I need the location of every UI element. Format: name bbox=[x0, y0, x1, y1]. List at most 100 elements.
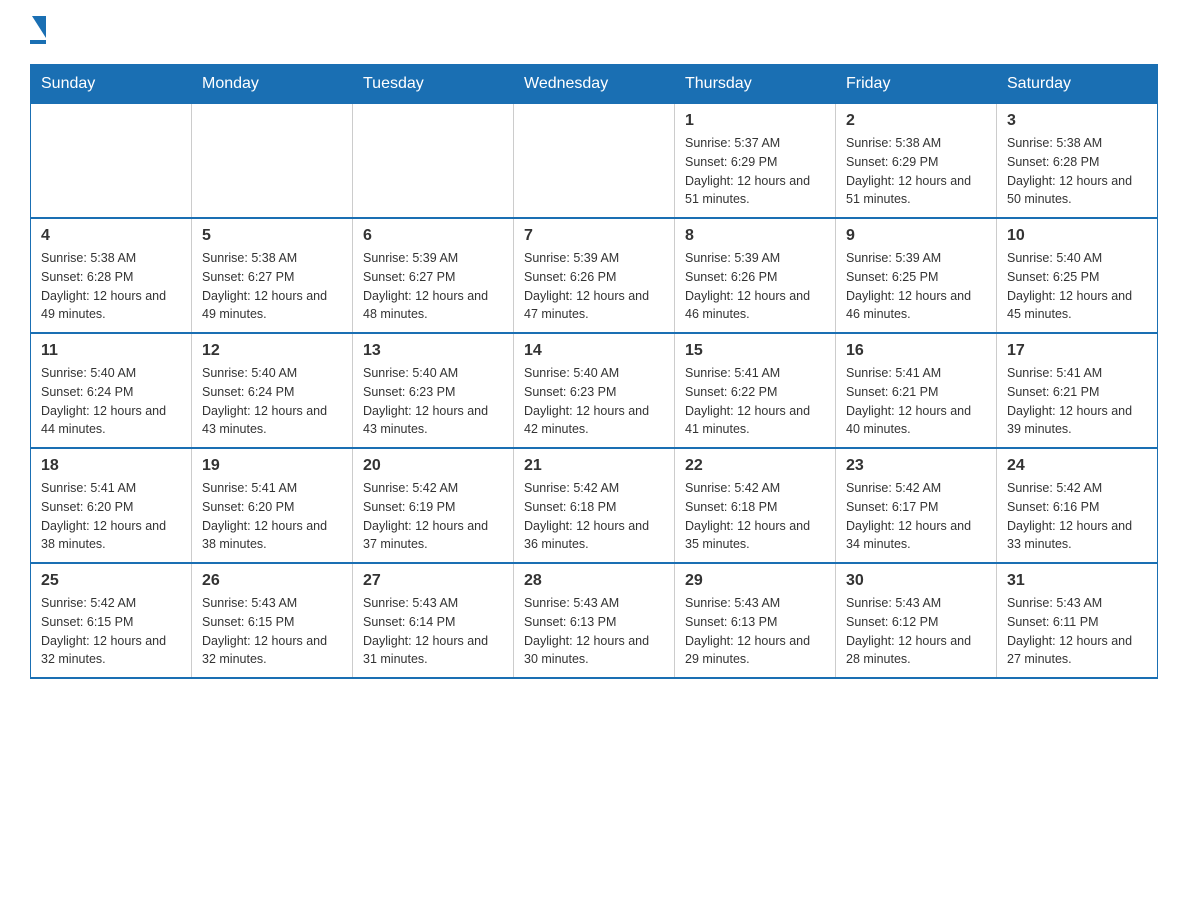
calendar-cell: 20 Sunrise: 5:42 AMSunset: 6:19 PMDayligh… bbox=[353, 448, 514, 563]
day-number: 9 bbox=[846, 227, 986, 245]
calendar-cell: 4 Sunrise: 5:38 AMSunset: 6:28 PMDaylight… bbox=[31, 218, 192, 333]
calendar-cell: 15 Sunrise: 5:41 AMSunset: 6:22 PMDayligh… bbox=[675, 333, 836, 448]
calendar-week-row: 11 Sunrise: 5:40 AMSunset: 6:24 PMDayligh… bbox=[31, 333, 1158, 448]
day-number: 23 bbox=[846, 457, 986, 475]
day-info: Sunrise: 5:41 AMSunset: 6:20 PMDaylight:… bbox=[202, 479, 342, 554]
calendar-cell bbox=[192, 104, 353, 219]
calendar-body: 1Sunrise: 5:37 AMSunset: 6:29 PMDaylight… bbox=[31, 104, 1158, 679]
day-number: 24 bbox=[1007, 457, 1147, 475]
day-number: 6 bbox=[363, 227, 503, 245]
day-info: Sunrise: 5:40 AMSunset: 6:23 PMDaylight:… bbox=[363, 364, 503, 439]
day-info: Sunrise: 5:42 AMSunset: 6:16 PMDaylight:… bbox=[1007, 479, 1147, 554]
day-info: Sunrise: 5:41 AMSunset: 6:20 PMDaylight:… bbox=[41, 479, 181, 554]
day-info: Sunrise: 5:42 AMSunset: 6:19 PMDaylight:… bbox=[363, 479, 503, 554]
calendar-week-row: 18 Sunrise: 5:41 AMSunset: 6:20 PMDayligh… bbox=[31, 448, 1158, 563]
calendar-week-row: 4 Sunrise: 5:38 AMSunset: 6:28 PMDaylight… bbox=[31, 218, 1158, 333]
day-number: 28 bbox=[524, 572, 664, 590]
calendar-cell: 10 Sunrise: 5:40 AMSunset: 6:25 PMDayligh… bbox=[997, 218, 1158, 333]
calendar-cell: 9 Sunrise: 5:39 AMSunset: 6:25 PMDaylight… bbox=[836, 218, 997, 333]
day-info: Sunrise: 5:38 AMSunset: 6:28 PMDaylight:… bbox=[1007, 134, 1147, 209]
calendar-header: SundayMondayTuesdayWednesdayThursdayFrid… bbox=[31, 65, 1158, 104]
calendar-cell: 28 Sunrise: 5:43 AMSunset: 6:13 PMDayligh… bbox=[514, 563, 675, 678]
day-info: Sunrise: 5:39 AMSunset: 6:26 PMDaylight:… bbox=[524, 249, 664, 324]
day-info: Sunrise: 5:43 AMSunset: 6:13 PMDaylight:… bbox=[524, 594, 664, 669]
day-number: 18 bbox=[41, 457, 181, 475]
day-info: Sunrise: 5:39 AMSunset: 6:26 PMDaylight:… bbox=[685, 249, 825, 324]
day-info: Sunrise: 5:42 AMSunset: 6:18 PMDaylight:… bbox=[524, 479, 664, 554]
day-number: 1 bbox=[685, 112, 825, 130]
weekday-header-sunday: Sunday bbox=[31, 65, 192, 104]
logo bbox=[30, 20, 46, 44]
day-info: Sunrise: 5:43 AMSunset: 6:11 PMDaylight:… bbox=[1007, 594, 1147, 669]
calendar-cell: 29 Sunrise: 5:43 AMSunset: 6:13 PMDayligh… bbox=[675, 563, 836, 678]
day-number: 31 bbox=[1007, 572, 1147, 590]
page-header bbox=[30, 20, 1158, 44]
calendar-cell: 14 Sunrise: 5:40 AMSunset: 6:23 PMDayligh… bbox=[514, 333, 675, 448]
day-number: 13 bbox=[363, 342, 503, 360]
calendar-cell: 3 Sunrise: 5:38 AMSunset: 6:28 PMDaylight… bbox=[997, 104, 1158, 219]
day-info: Sunrise: 5:39 AMSunset: 6:27 PMDaylight:… bbox=[363, 249, 503, 324]
calendar-cell: 18 Sunrise: 5:41 AMSunset: 6:20 PMDayligh… bbox=[31, 448, 192, 563]
day-number: 5 bbox=[202, 227, 342, 245]
calendar-cell bbox=[514, 104, 675, 219]
logo-triangle-icon bbox=[32, 16, 46, 38]
day-number: 27 bbox=[363, 572, 503, 590]
day-number: 21 bbox=[524, 457, 664, 475]
calendar-cell: 22Sunrise: 5:42 AMSunset: 6:18 PMDayligh… bbox=[675, 448, 836, 563]
calendar-week-row: 1Sunrise: 5:37 AMSunset: 6:29 PMDaylight… bbox=[31, 104, 1158, 219]
day-info: Sunrise: 5:40 AMSunset: 6:25 PMDaylight:… bbox=[1007, 249, 1147, 324]
day-info: Sunrise: 5:43 AMSunset: 6:12 PMDaylight:… bbox=[846, 594, 986, 669]
day-number: 4 bbox=[41, 227, 181, 245]
calendar-table: SundayMondayTuesdayWednesdayThursdayFrid… bbox=[30, 64, 1158, 679]
day-info: Sunrise: 5:41 AMSunset: 6:22 PMDaylight:… bbox=[685, 364, 825, 439]
day-number: 20 bbox=[363, 457, 503, 475]
day-number: 14 bbox=[524, 342, 664, 360]
calendar-cell: 24 Sunrise: 5:42 AMSunset: 6:16 PMDayligh… bbox=[997, 448, 1158, 563]
day-number: 12 bbox=[202, 342, 342, 360]
day-number: 25 bbox=[41, 572, 181, 590]
calendar-cell: 25Sunrise: 5:42 AMSunset: 6:15 PMDayligh… bbox=[31, 563, 192, 678]
day-info: Sunrise: 5:40 AMSunset: 6:24 PMDaylight:… bbox=[41, 364, 181, 439]
day-number: 11 bbox=[41, 342, 181, 360]
day-number: 15 bbox=[685, 342, 825, 360]
calendar-cell: 21 Sunrise: 5:42 AMSunset: 6:18 PMDayligh… bbox=[514, 448, 675, 563]
weekday-header-thursday: Thursday bbox=[675, 65, 836, 104]
day-number: 7 bbox=[524, 227, 664, 245]
day-number: 3 bbox=[1007, 112, 1147, 130]
calendar-cell: 26 Sunrise: 5:43 AMSunset: 6:15 PMDayligh… bbox=[192, 563, 353, 678]
calendar-cell: 11 Sunrise: 5:40 AMSunset: 6:24 PMDayligh… bbox=[31, 333, 192, 448]
calendar-cell: 31 Sunrise: 5:43 AMSunset: 6:11 PMDayligh… bbox=[997, 563, 1158, 678]
day-info: Sunrise: 5:38 AMSunset: 6:27 PMDaylight:… bbox=[202, 249, 342, 324]
calendar-cell: 17 Sunrise: 5:41 AMSunset: 6:21 PMDayligh… bbox=[997, 333, 1158, 448]
day-number: 26 bbox=[202, 572, 342, 590]
weekday-header-friday: Friday bbox=[836, 65, 997, 104]
day-info: Sunrise: 5:43 AMSunset: 6:13 PMDaylight:… bbox=[685, 594, 825, 669]
calendar-cell: 19 Sunrise: 5:41 AMSunset: 6:20 PMDayligh… bbox=[192, 448, 353, 563]
day-info: Sunrise: 5:38 AMSunset: 6:29 PMDaylight:… bbox=[846, 134, 986, 209]
day-info: Sunrise: 5:38 AMSunset: 6:28 PMDaylight:… bbox=[41, 249, 181, 324]
day-info: Sunrise: 5:42 AMSunset: 6:17 PMDaylight:… bbox=[846, 479, 986, 554]
weekday-header-saturday: Saturday bbox=[997, 65, 1158, 104]
calendar-cell bbox=[31, 104, 192, 219]
calendar-cell: 27 Sunrise: 5:43 AMSunset: 6:14 PMDayligh… bbox=[353, 563, 514, 678]
day-info: Sunrise: 5:43 AMSunset: 6:14 PMDaylight:… bbox=[363, 594, 503, 669]
day-number: 30 bbox=[846, 572, 986, 590]
calendar-cell: 13 Sunrise: 5:40 AMSunset: 6:23 PMDayligh… bbox=[353, 333, 514, 448]
calendar-week-row: 25Sunrise: 5:42 AMSunset: 6:15 PMDayligh… bbox=[31, 563, 1158, 678]
day-info: Sunrise: 5:41 AMSunset: 6:21 PMDaylight:… bbox=[846, 364, 986, 439]
day-number: 19 bbox=[202, 457, 342, 475]
day-info: Sunrise: 5:41 AMSunset: 6:21 PMDaylight:… bbox=[1007, 364, 1147, 439]
calendar-cell bbox=[353, 104, 514, 219]
calendar-cell: 16 Sunrise: 5:41 AMSunset: 6:21 PMDayligh… bbox=[836, 333, 997, 448]
day-number: 29 bbox=[685, 572, 825, 590]
calendar-cell: 30 Sunrise: 5:43 AMSunset: 6:12 PMDayligh… bbox=[836, 563, 997, 678]
calendar-cell: 12Sunrise: 5:40 AMSunset: 6:24 PMDayligh… bbox=[192, 333, 353, 448]
day-number: 16 bbox=[846, 342, 986, 360]
day-info: Sunrise: 5:39 AMSunset: 6:25 PMDaylight:… bbox=[846, 249, 986, 324]
day-number: 10 bbox=[1007, 227, 1147, 245]
day-number: 17 bbox=[1007, 342, 1147, 360]
day-number: 8 bbox=[685, 227, 825, 245]
calendar-cell: 2Sunrise: 5:38 AMSunset: 6:29 PMDaylight… bbox=[836, 104, 997, 219]
day-info: Sunrise: 5:43 AMSunset: 6:15 PMDaylight:… bbox=[202, 594, 342, 669]
day-info: Sunrise: 5:40 AMSunset: 6:23 PMDaylight:… bbox=[524, 364, 664, 439]
